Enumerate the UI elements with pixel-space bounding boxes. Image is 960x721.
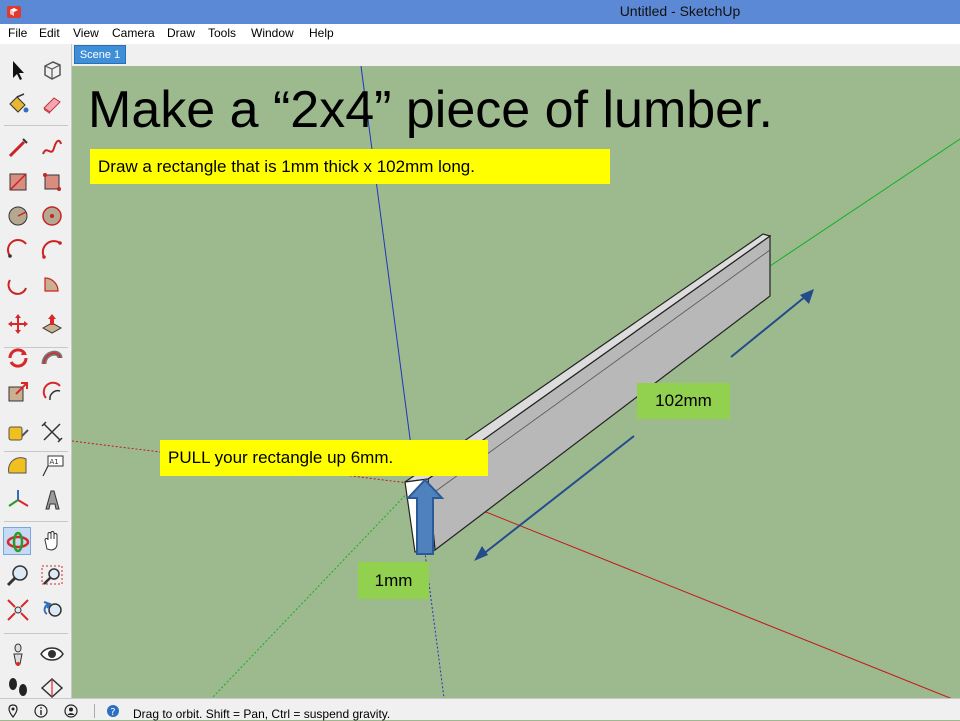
- slide-headline: Make a “2x4” piece of lumber.: [88, 81, 773, 139]
- rotated-rectangle-icon[interactable]: [38, 168, 66, 196]
- menu-window[interactable]: Window: [251, 26, 294, 40]
- three-point-arc-icon[interactable]: [4, 270, 32, 298]
- push-pull-icon[interactable]: [38, 310, 66, 338]
- move-icon[interactable]: [4, 310, 32, 338]
- toolbar-separator: [4, 521, 68, 522]
- green-axis: [769, 138, 960, 267]
- title-bar: Untitled - SketchUp: [0, 0, 960, 24]
- rectangle-icon[interactable]: [4, 168, 32, 196]
- toolbar-separator: [4, 633, 68, 634]
- user-icon[interactable]: [64, 704, 78, 718]
- menu-tools[interactable]: Tools: [208, 26, 236, 40]
- help-icon[interactable]: ?: [106, 704, 120, 718]
- menu-file[interactable]: File: [8, 26, 27, 40]
- previous-view-icon[interactable]: [38, 596, 66, 624]
- status-message: Drag to orbit. Shift = Pan, Ctrl = suspe…: [133, 707, 391, 721]
- svg-text:?: ?: [110, 707, 115, 718]
- menu-help[interactable]: Help: [309, 26, 334, 40]
- polygon-icon[interactable]: [38, 202, 66, 230]
- circle-icon[interactable]: [4, 202, 32, 230]
- look-around-icon[interactable]: [38, 640, 66, 668]
- scene-tabs-bar: Scene 1: [72, 44, 960, 66]
- arc-icon[interactable]: [4, 236, 32, 264]
- orbit-icon[interactable]: [3, 527, 31, 555]
- freehand-icon[interactable]: [38, 134, 66, 162]
- dimension-label-length: 102mm: [637, 383, 730, 419]
- zoom-window-icon[interactable]: [38, 562, 66, 590]
- toolbar-separator: [4, 125, 68, 126]
- axes-icon[interactable]: [4, 486, 32, 514]
- length-arrowhead-lower: [474, 546, 488, 561]
- menu-camera[interactable]: Camera: [112, 26, 155, 40]
- status-separator: [94, 704, 95, 718]
- status-bar: ? Drag to orbit. Shift = Pan, Ctrl = sus…: [0, 698, 960, 721]
- menu-edit[interactable]: Edit: [39, 26, 60, 40]
- rotate-icon[interactable]: [4, 344, 32, 372]
- svg-text:A1: A1: [50, 458, 59, 466]
- large-tool-set: A1: [0, 44, 72, 699]
- protractor-icon[interactable]: [4, 452, 32, 480]
- pie-icon[interactable]: [38, 270, 66, 298]
- eraser-icon[interactable]: [38, 90, 66, 118]
- zoom-icon[interactable]: [4, 562, 32, 590]
- window-title: Untitled - SketchUp: [619, 3, 741, 19]
- tape-measure-icon[interactable]: [4, 418, 32, 446]
- instruction-draw-rectangle: Draw a rectangle that is 1mm thick x 102…: [90, 149, 610, 184]
- offset-icon[interactable]: [38, 378, 66, 406]
- text-tool-icon[interactable]: A1: [38, 452, 66, 480]
- two-point-arc-icon[interactable]: [38, 236, 66, 264]
- tab-scene-1[interactable]: Scene 1: [74, 45, 126, 64]
- make-component-icon[interactable]: [38, 56, 66, 84]
- instruction-pull-up: PULL your rectangle up 6mm.: [160, 440, 488, 476]
- follow-me-icon[interactable]: [38, 344, 66, 372]
- 3d-text-icon[interactable]: [38, 486, 66, 514]
- red-axis: [415, 483, 952, 698]
- zoom-extents-icon[interactable]: [4, 596, 32, 624]
- menu-draw[interactable]: Draw: [167, 26, 195, 40]
- geo-location-icon[interactable]: [6, 704, 20, 718]
- pan-icon[interactable]: [38, 527, 66, 555]
- position-camera-icon[interactable]: [4, 640, 32, 668]
- dimension-icon[interactable]: [38, 418, 66, 446]
- scale-icon[interactable]: [4, 378, 32, 406]
- dimension-label-thickness: 1mm: [358, 562, 429, 599]
- pencil-line-icon[interactable]: [4, 134, 32, 162]
- menu-view[interactable]: View: [73, 26, 99, 40]
- select-arrow-icon[interactable]: [4, 56, 32, 84]
- credits-icon[interactable]: [34, 704, 48, 718]
- length-arrowhead-upper: [800, 289, 814, 304]
- paint-bucket-icon[interactable]: [4, 90, 32, 118]
- menu-bar: File Edit View Camera Draw Tools Window …: [0, 24, 960, 44]
